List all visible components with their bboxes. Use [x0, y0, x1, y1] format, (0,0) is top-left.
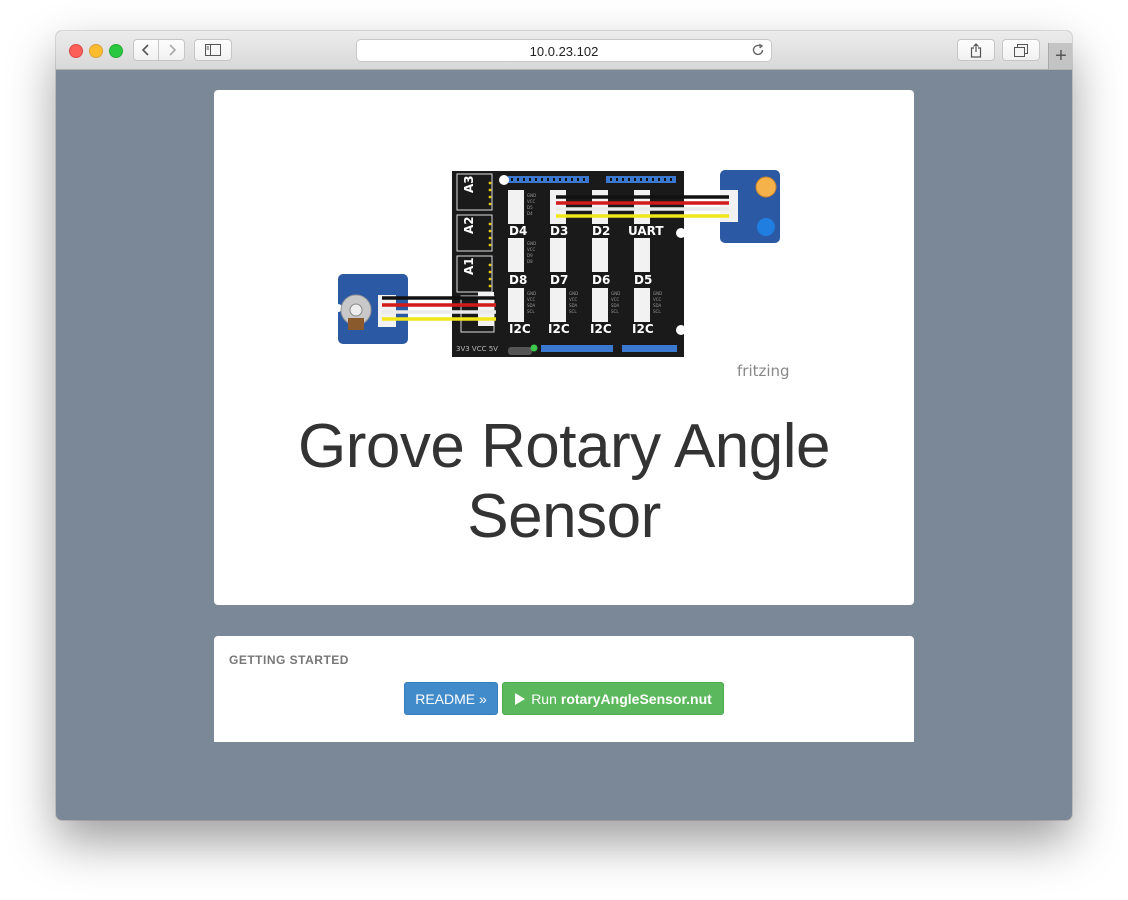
svg-text:SCL: SCL: [527, 309, 535, 314]
share-icon: [970, 42, 982, 58]
svg-text:SDA: SDA: [611, 303, 620, 308]
minimize-window-button[interactable]: [89, 44, 103, 58]
svg-text:A1: A1: [462, 257, 476, 275]
play-icon: [515, 692, 526, 705]
new-tab-button[interactable]: +: [1048, 43, 1072, 69]
svg-text:D4: D4: [509, 224, 527, 238]
svg-text:UART: UART: [628, 224, 664, 238]
svg-text:D5: D5: [634, 273, 652, 287]
svg-text:VCC: VCC: [527, 247, 536, 252]
svg-text:SCL: SCL: [569, 309, 577, 314]
svg-text:GND: GND: [527, 291, 536, 296]
svg-text:VCC: VCC: [569, 297, 578, 302]
svg-text:SDA: SDA: [569, 303, 578, 308]
svg-text:D3: D3: [550, 224, 568, 238]
back-button[interactable]: [133, 39, 159, 61]
hero-card: A3 A2 A1 GND VCC D5 D4 GND VCC D9 D8 GND…: [214, 90, 914, 605]
forward-button[interactable]: [159, 39, 185, 61]
svg-text:D8: D8: [509, 273, 527, 287]
show-tabs-button[interactable]: [1002, 39, 1040, 61]
getting-started-heading: GETTING STARTED: [229, 653, 349, 667]
chevron-right-icon: [168, 44, 176, 56]
sidebar-icon: [205, 44, 221, 56]
svg-text:D7: D7: [550, 273, 568, 287]
svg-text:D9: D9: [527, 253, 533, 258]
svg-text:VCC: VCC: [653, 297, 662, 302]
getting-started-card: GETTING STARTED README » Run rotaryAngle…: [214, 636, 914, 742]
close-window-button[interactable]: [69, 44, 83, 58]
svg-text:I2C: I2C: [590, 322, 612, 336]
tabs-icon: [1014, 43, 1028, 57]
svg-text:A3: A3: [462, 175, 476, 193]
readme-button-label: README »: [415, 690, 487, 707]
svg-text:D4: D4: [527, 211, 533, 216]
wiring-diagram: A3 A2 A1 GNDVCCD5D4 GNDVCCD9D8 GNDVCCSDA…: [334, 170, 790, 380]
page-title: Grove Rotary Angle Sensor: [297, 412, 831, 551]
run-button-prefix: Run: [531, 690, 557, 707]
svg-text:D5: D5: [527, 205, 533, 210]
svg-text:SDA: SDA: [527, 303, 536, 308]
run-button-filename: rotaryAngleSensor.nut: [560, 690, 712, 707]
maximize-window-button[interactable]: [109, 44, 123, 58]
svg-text:SCL: SCL: [653, 309, 661, 314]
svg-text:GND: GND: [569, 291, 578, 296]
svg-text:I2C: I2C: [548, 322, 570, 336]
plus-icon: +: [1055, 45, 1067, 67]
svg-text:A2: A2: [462, 216, 476, 234]
svg-text:D2: D2: [592, 224, 610, 238]
chevron-left-icon: [141, 44, 149, 56]
fritzing-watermark: fritzing: [737, 362, 790, 380]
svg-text:GND: GND: [527, 193, 536, 198]
svg-text:3V3 VCC 5V: 3V3 VCC 5V: [456, 345, 498, 353]
svg-text:I2C: I2C: [509, 322, 531, 336]
address-bar[interactable]: 10.0.23.102: [356, 39, 772, 62]
browser-window: 10.0.23.102 + A3 A2 A1 GND VCC D5 D4 GND…: [56, 31, 1072, 820]
sidebar-toggle-button[interactable]: [194, 39, 232, 61]
svg-text:GND: GND: [653, 291, 662, 296]
svg-text:D8: D8: [527, 259, 533, 264]
page-content: A3 A2 A1 GND VCC D5 D4 GND VCC D9 D8 GND…: [56, 70, 1072, 820]
svg-text:SDA: SDA: [653, 303, 662, 308]
url-text: 10.0.23.102: [529, 44, 599, 59]
svg-text:VCC: VCC: [527, 297, 536, 302]
svg-text:VCC: VCC: [611, 297, 620, 302]
reload-icon[interactable]: [751, 43, 765, 57]
svg-text:VCC: VCC: [527, 199, 536, 204]
svg-text:I2C: I2C: [632, 322, 654, 336]
run-script-button[interactable]: Run rotaryAngleSensor.nut: [502, 682, 724, 715]
svg-text:SCL: SCL: [611, 309, 619, 314]
share-button[interactable]: [957, 39, 995, 61]
browser-toolbar: 10.0.23.102: [56, 31, 1072, 70]
readme-button[interactable]: README »: [404, 682, 498, 715]
svg-text:GND: GND: [527, 241, 536, 246]
svg-text:D6: D6: [592, 273, 610, 287]
svg-text:GND: GND: [611, 291, 620, 296]
